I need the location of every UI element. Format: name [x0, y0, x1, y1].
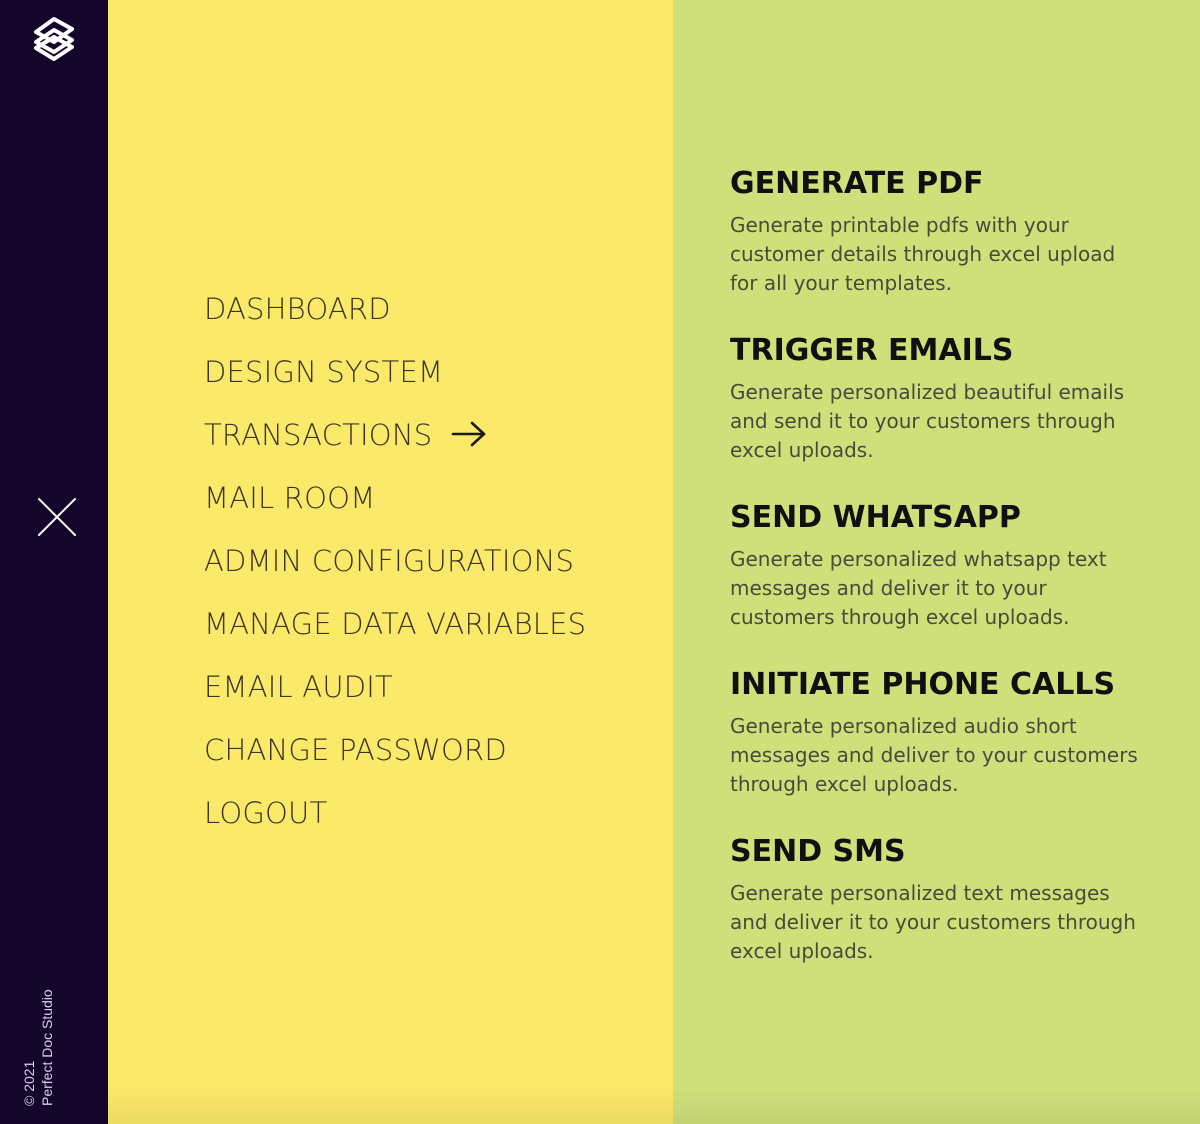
nav-item-logout[interactable]: LOGOUT	[204, 791, 586, 854]
nav-item-email-audit[interactable]: EMAIL AUDIT	[204, 665, 586, 728]
feature-title: SEND WHATSAPP	[730, 500, 1021, 535]
feature-list: GENERATE PDF Generate printable pdfs wit…	[730, 163, 1150, 998]
feature-title: SEND SMS	[730, 834, 906, 869]
nav-item-label: CHANGE PASSWORD	[204, 733, 507, 767]
features-panel: GENERATE PDF Generate printable pdfs wit…	[673, 0, 1200, 1124]
side-rail: © 2021 Perfect Doc Studio	[0, 0, 108, 1124]
nav-item-admin-configurations[interactable]: ADMIN CONFIGURATIONS	[204, 539, 586, 602]
nav-item-mail-room[interactable]: MAIL ROOM	[204, 476, 586, 539]
copyright-company: Perfect Doc Studio	[39, 989, 55, 1106]
nav-item-transactions[interactable]: TRANSACTIONS	[204, 413, 586, 476]
feature-description: Generate personalized audio short messag…	[730, 714, 1138, 796]
feature-description: Generate personalized text messages and …	[730, 881, 1136, 963]
nav-item-label: DESIGN SYSTEM	[204, 355, 444, 389]
nav-item-dashboard[interactable]: DASHBOARD	[204, 287, 586, 350]
feature-description: Generate personalized whatsapp text mess…	[730, 547, 1107, 629]
feature-initiate-phone-calls: INITIATE PHONE CALLS Generate personaliz…	[730, 664, 1150, 831]
nav-item-manage-data-variables[interactable]: MANAGE DATA VARIABLES	[204, 602, 586, 665]
nav-item-label: MANAGE DATA VARIABLES	[204, 607, 587, 641]
feature-title: TRIGGER EMAILS	[730, 333, 1014, 368]
feature-generate-pdf: GENERATE PDF Generate printable pdfs wit…	[730, 163, 1150, 330]
feature-description: Generate printable pdfs with your custom…	[730, 213, 1116, 295]
feature-send-whatsapp: SEND WHATSAPP Generate personalized what…	[730, 497, 1150, 664]
feature-description: Generate personalized beautiful emails a…	[730, 380, 1125, 462]
copyright: © 2021 Perfect Doc Studio	[21, 956, 74, 1106]
arrow-right-icon	[452, 421, 486, 447]
copyright-year: © 2021	[21, 1060, 37, 1106]
feature-title: INITIATE PHONE CALLS	[730, 667, 1116, 702]
nav-item-label: EMAIL AUDIT	[204, 670, 393, 704]
nav-item-design-system[interactable]: DESIGN SYSTEM	[204, 350, 586, 413]
feature-send-sms: SEND SMS Generate personalized text mess…	[730, 831, 1150, 998]
nav-item-label: TRANSACTIONS	[204, 418, 433, 452]
nav-item-label: LOGOUT	[204, 796, 328, 830]
navigation-panel: DASHBOARD DESIGN SYSTEM TRANSACTIONS MAI…	[108, 0, 673, 1124]
nav-item-label: MAIL ROOM	[204, 481, 376, 515]
nav-item-change-password[interactable]: CHANGE PASSWORD	[204, 728, 586, 791]
layers-logo-icon[interactable]	[30, 15, 78, 63]
feature-title: GENERATE PDF	[730, 166, 984, 201]
nav-menu: DASHBOARD DESIGN SYSTEM TRANSACTIONS MAI…	[204, 287, 586, 854]
nav-item-label: ADMIN CONFIGURATIONS	[204, 544, 575, 578]
feature-trigger-emails: TRIGGER EMAILS Generate personalized bea…	[730, 330, 1150, 497]
close-icon[interactable]	[35, 495, 79, 539]
nav-item-label: DASHBOARD	[204, 292, 391, 326]
